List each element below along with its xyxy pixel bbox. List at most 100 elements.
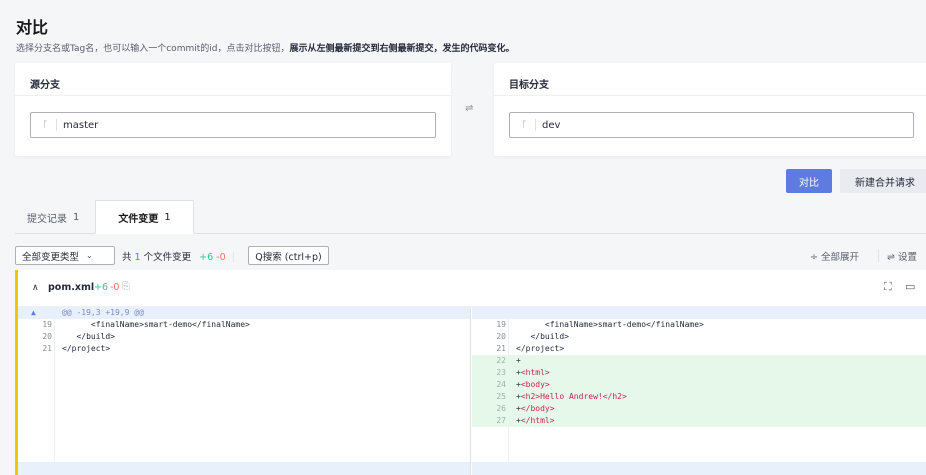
settings-button[interactable]: ⇌ 设置 — [887, 249, 917, 263]
summary-count: 1 — [134, 252, 141, 263]
branch-icon: ᚴ — [35, 119, 57, 131]
fullscreen-icon[interactable]: ⛶ — [884, 280, 892, 294]
file-diff-panel: ∧ pom.xml +6 -0 ⎘ ⛶ ▭ ▲ @@ -19,3 +19,9 @… — [15, 270, 926, 475]
diff-line: 21 </project> — [18, 343, 470, 355]
expand-icon: ÷ — [810, 252, 818, 263]
line-code: <finalName>smart-demo</finalName> — [62, 320, 250, 329]
hunk-header: @@ -19,3 +19,9 @@ — [62, 308, 144, 317]
file-name: pom.xml — [48, 282, 95, 293]
side-by-side-diff: ▲ @@ -19,3 +19,9 @@ 19 <finalName>smart-… — [18, 307, 926, 475]
summary-prefix: 共 — [122, 252, 132, 263]
branch-icon: ᚴ — [514, 119, 536, 131]
line-code: +</html> — [516, 415, 555, 427]
expand-all-label: 全部展开 — [821, 252, 860, 263]
hunk-header-row — [472, 307, 926, 319]
expand-all-button[interactable]: ÷ 全部展开 — [810, 249, 859, 263]
target-branch-card: 目标分支 ᚴ dev — [494, 63, 926, 156]
tab-commits-label: 提交记录 — [27, 213, 67, 225]
source-branch-select[interactable]: ᚴ master — [30, 112, 436, 138]
line-number: 20 — [496, 332, 506, 341]
source-branch-value: master — [63, 119, 99, 131]
copy-icon[interactable]: ⎘ — [122, 281, 130, 292]
file-header[interactable]: ∧ pom.xml +6 -0 ⎘ ⛶ ▭ — [18, 270, 926, 307]
line-number: 20 — [42, 332, 52, 341]
added-code: </body> — [520, 404, 555, 413]
line-code: <finalName>smart-demo</finalName> — [516, 320, 704, 329]
diff-left-side: ▲ @@ -19,3 +19,9 @@ 19 <finalName>smart-… — [18, 307, 471, 475]
added-line: 24 +<body> — [472, 379, 926, 391]
target-branch-select[interactable]: ᚴ dev — [509, 112, 914, 138]
file-additions: +6 — [94, 282, 109, 293]
added-line: 22 + — [472, 355, 926, 367]
page-description: 选择分支名或Tag名，也可以输入一个commit的id，点击对比按钮，展示从左侧… — [16, 41, 514, 54]
diff-line: 21 </project> — [472, 343, 926, 355]
line-code: </build> — [62, 332, 115, 341]
compare-button[interactable]: 对比 — [786, 169, 832, 193]
added-line: 26 +</body> — [472, 403, 926, 415]
page-title: 对比 — [16, 18, 49, 37]
line-number: 19 — [42, 320, 52, 329]
line-code: +<html> — [516, 367, 550, 379]
line-number: 23 — [496, 368, 506, 377]
summary-deletions: -0 — [216, 252, 226, 263]
added-code: <body> — [520, 380, 550, 389]
collapse-icon[interactable]: ∧ — [32, 283, 39, 293]
tab-commits[interactable]: 提交记录 1 — [27, 200, 79, 234]
summary-divider: | — [231, 252, 235, 263]
expand-up-icon[interactable]: ▲ — [31, 307, 36, 319]
line-number: 19 — [496, 320, 506, 329]
summary-suffix: 个文件变更 — [143, 252, 192, 263]
line-code: </project> — [516, 344, 565, 353]
hunk-header-row: ▲ @@ -19,3 +19,9 @@ — [18, 307, 470, 319]
line-number: 24 — [496, 380, 506, 389]
description-bold-text: 展示从左侧最新提交到右侧最新提交，发生的代码变化。 — [289, 44, 515, 54]
tab-bar: 提交记录 1 文件变更 1 — [15, 200, 926, 234]
swap-branches-icon[interactable]: ⇌ — [465, 103, 473, 114]
added-code: </html> — [520, 416, 555, 425]
diff-right-side: 19 <finalName>smart-demo</finalName> 20 … — [472, 307, 926, 475]
view-mode-icon[interactable]: ▭ — [905, 280, 915, 293]
source-branch-label: 源分支 — [15, 63, 451, 96]
source-branch-card: 源分支 ᚴ master — [15, 63, 451, 156]
line-number: 21 — [42, 344, 52, 353]
compare-page: 对比 选择分支名或Tag名，也可以输入一个commit的id，点击对比按钮，展示… — [0, 0, 926, 475]
line-code: +<h2>Hello Andrew!</h2> — [516, 391, 627, 403]
line-number: 21 — [496, 344, 506, 353]
new-merge-request-button[interactable]: 新建合并请求 — [840, 169, 926, 193]
line-code: </project> — [62, 344, 111, 353]
diff-line: 20 </build> — [472, 331, 926, 343]
chevron-down-icon: ⌄ — [86, 251, 93, 260]
diff-line: 19 <finalName>smart-demo</finalName> — [472, 319, 926, 331]
settings-label: 设置 — [898, 252, 918, 263]
added-line: 25 +<h2>Hello Andrew!</h2> — [472, 391, 926, 403]
file-search-button[interactable]: Q搜索 (ctrl+p) — [248, 246, 329, 265]
change-type-value: 全部变更类型 — [22, 251, 80, 263]
line-code: +<body> — [516, 379, 550, 391]
added-code: <html> — [520, 368, 550, 377]
diff-toolbar: 全部变更类型 ⌄ 共 1 个文件变更 +6 -0 | Q搜索 (ctrl+p) … — [15, 246, 926, 266]
change-type-select[interactable]: 全部变更类型 ⌄ — [15, 246, 115, 265]
change-summary: 共 1 个文件变更 +6 -0 | — [122, 249, 235, 263]
description-text: 选择分支名或Tag名，也可以输入一个commit的id，点击对比按钮， — [16, 44, 290, 54]
diff-line: 19 <finalName>smart-demo</finalName> — [18, 319, 470, 331]
target-branch-value: dev — [542, 119, 561, 131]
line-number: 26 — [496, 404, 506, 413]
expand-down-row[interactable] — [472, 462, 926, 475]
tab-commits-count: 1 — [73, 211, 80, 223]
added-line: 27 +</html> — [472, 415, 926, 427]
line-code: + — [516, 355, 521, 367]
line-code: </build> — [516, 332, 569, 341]
line-number: 22 — [496, 356, 506, 365]
expand-down-row[interactable] — [18, 462, 470, 475]
tab-file-changes-label: 文件变更 — [118, 213, 159, 225]
diff-line: 20 </build> — [18, 331, 470, 343]
added-line: 23 +<html> — [472, 367, 926, 379]
tab-file-changes-count: 1 — [164, 211, 171, 223]
settings-icon: ⇌ — [887, 252, 895, 263]
toolbar-divider — [878, 249, 879, 262]
added-prefix: + — [516, 356, 521, 365]
line-number: 25 — [496, 392, 506, 401]
line-code: +</body> — [516, 403, 555, 415]
target-branch-label: 目标分支 — [494, 63, 926, 96]
tab-file-changes[interactable]: 文件变更 1 — [95, 200, 194, 234]
